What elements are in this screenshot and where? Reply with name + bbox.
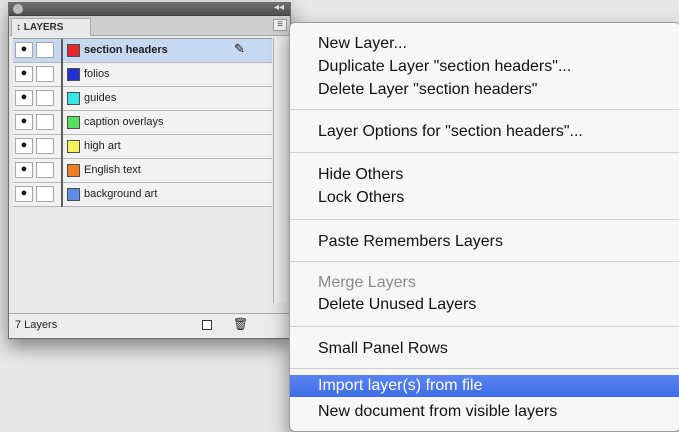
layer-name: guides	[84, 92, 117, 104]
lock-toggle[interactable]	[36, 66, 54, 82]
panel-menu: New Layer... Duplicate Layer "section he…	[289, 22, 679, 432]
visibility-toggle[interactable]: ●	[15, 186, 33, 202]
layer-name: section headers	[84, 44, 168, 56]
layer-divider	[61, 183, 63, 207]
tab-layers[interactable]: ↕ LAYERS	[11, 18, 91, 36]
layer-color-swatch	[67, 44, 80, 57]
menu-item-new-layer[interactable]: New Layer...	[290, 33, 679, 55]
menu-item-label: Duplicate Layer "section headers"...	[318, 58, 572, 75]
panel-menu-button[interactable]: ≡	[273, 19, 287, 31]
lock-toggle[interactable]	[36, 42, 54, 58]
menu-item-small-panel-rows[interactable]: Small Panel Rows	[290, 338, 679, 360]
lock-toggle[interactable]	[36, 138, 54, 154]
layer-count: 7 Layers	[15, 319, 58, 331]
menu-item-label: Import layer(s) from file	[318, 377, 483, 394]
layer-row[interactable]: ● high art	[13, 135, 272, 159]
menu-item-layer-options[interactable]: Layer Options for "section headers"...	[290, 121, 679, 143]
layer-divider	[61, 39, 63, 63]
menu-item-delete-unused-layers[interactable]: Delete Unused Layers	[290, 294, 679, 316]
menu-item-new-document-from-visible[interactable]: New document from visible layers	[290, 401, 679, 423]
layer-row[interactable]: ● section headers ✎	[13, 39, 272, 63]
layer-row[interactable]: ● guides	[13, 87, 272, 111]
tab-label: LAYERS	[23, 22, 64, 33]
trash-icon[interactable]: 🗑	[233, 317, 248, 331]
layers-list: ● section headers ✎ ● folios ● guides ●	[13, 38, 272, 239]
menu-item-label: Merge Layers	[318, 274, 416, 291]
layer-color-swatch	[67, 140, 80, 153]
layer-divider	[61, 111, 63, 135]
menu-item-label: Layer Options for "section headers"...	[318, 123, 583, 140]
tab-sort-icon: ↕	[16, 22, 21, 33]
visibility-toggle[interactable]: ●	[15, 138, 33, 154]
lock-toggle[interactable]	[36, 186, 54, 202]
layer-color-swatch	[67, 68, 80, 81]
menu-item-import-layers[interactable]: Import layer(s) from file	[290, 375, 679, 397]
layer-divider	[61, 87, 63, 111]
menu-item-label: Lock Others	[318, 189, 405, 206]
menu-separator	[290, 261, 679, 262]
menu-separator	[290, 219, 679, 220]
layer-name: background art	[84, 188, 158, 200]
layer-divider	[61, 159, 63, 183]
menu-separator	[290, 368, 679, 369]
scrollbar[interactable]	[273, 38, 287, 303]
menu-item-delete-layer[interactable]: Delete Layer "section headers"	[290, 79, 679, 101]
lock-toggle[interactable]	[36, 114, 54, 130]
lock-toggle[interactable]	[36, 90, 54, 106]
layer-divider	[61, 135, 63, 159]
layer-name: high art	[84, 140, 121, 152]
menu-item-merge-layers: Merge Layers	[290, 272, 679, 294]
panel-status-bar: 7 Layers 🗑	[9, 313, 290, 338]
panel-titlebar: ◂◂	[9, 3, 290, 16]
visibility-toggle[interactable]: ●	[15, 90, 33, 106]
menu-item-duplicate-layer[interactable]: Duplicate Layer "section headers"...	[290, 56, 679, 78]
layer-name: English text	[84, 164, 141, 176]
menu-separator	[290, 326, 679, 327]
menu-item-label: Delete Layer "section headers"	[318, 81, 538, 98]
layers-panel: ◂◂ ↕ LAYERS ≡ ● section headers ✎ ● foli…	[8, 2, 291, 339]
layer-color-swatch	[67, 92, 80, 105]
visibility-toggle[interactable]: ●	[15, 42, 33, 58]
menu-separator	[290, 152, 679, 153]
menu-item-label: New Layer...	[318, 35, 407, 52]
layer-color-swatch	[67, 164, 80, 177]
visibility-toggle[interactable]: ●	[15, 114, 33, 130]
tab-row: ↕ LAYERS ≡	[9, 16, 290, 36]
layer-divider	[61, 63, 63, 87]
close-button[interactable]	[13, 4, 23, 14]
menu-item-label: Paste Remembers Layers	[318, 233, 503, 250]
layer-row[interactable]: ● English text	[13, 159, 272, 183]
layer-color-swatch	[67, 188, 80, 201]
new-layer-icon[interactable]	[202, 320, 212, 330]
lock-toggle[interactable]	[36, 162, 54, 178]
menu-item-label: New document from visible layers	[318, 403, 558, 420]
menu-item-label: Small Panel Rows	[318, 340, 448, 357]
visibility-toggle[interactable]: ●	[15, 162, 33, 178]
collapse-icon[interactable]: ◂◂	[274, 3, 284, 13]
layer-row[interactable]: ● caption overlays	[13, 111, 272, 135]
menu-item-label: Delete Unused Layers	[318, 296, 477, 313]
menu-item-hide-others[interactable]: Hide Others	[290, 164, 679, 186]
layer-name: caption overlays	[84, 116, 164, 128]
menu-item-paste-remembers-layers[interactable]: Paste Remembers Layers	[290, 231, 679, 253]
layer-color-swatch	[67, 116, 80, 129]
pen-icon: ✎	[234, 41, 245, 56]
menu-item-label: Hide Others	[318, 166, 404, 183]
layer-name: folios	[84, 68, 110, 80]
menu-item-lock-others[interactable]: Lock Others	[290, 187, 679, 209]
layer-row[interactable]: ● background art	[13, 183, 272, 207]
menu-separator	[290, 109, 679, 110]
visibility-toggle[interactable]: ●	[15, 66, 33, 82]
layer-row[interactable]: ● folios	[13, 63, 272, 87]
